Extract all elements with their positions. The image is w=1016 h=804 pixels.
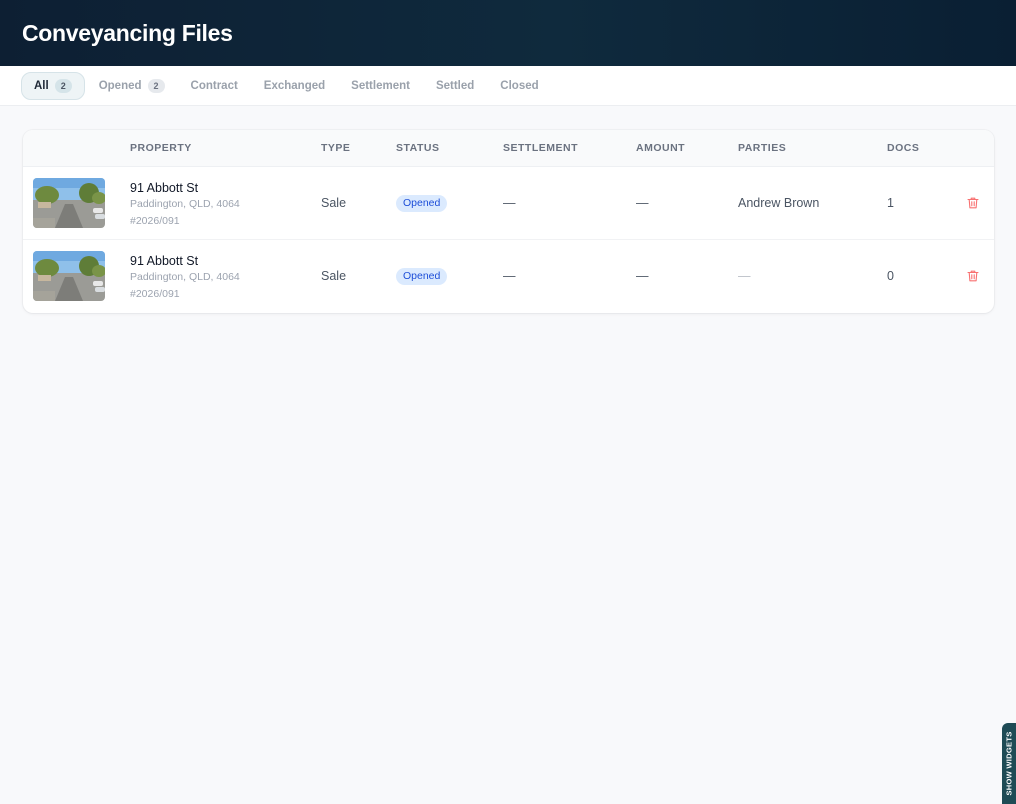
property-info[interactable]: 91 Abbott St Paddington, QLD, 4064 #2026…	[130, 180, 240, 230]
file-reference: #2026/091	[130, 215, 180, 227]
settlement-cell: —	[503, 269, 516, 283]
property-locality: Paddington, QLD, 4064	[130, 271, 240, 283]
column-header-settlement: Settlement	[503, 142, 578, 154]
tab-exchanged[interactable]: Exchanged	[252, 72, 337, 100]
type-cell: Sale	[321, 196, 347, 210]
status-cell: Opened	[396, 167, 448, 240]
tab-count-badge: 2	[54, 78, 72, 93]
status-cell: Opened	[396, 240, 448, 313]
tab-closed[interactable]: Closed	[488, 72, 550, 100]
files-table: Property Type Status Settlement Amount P…	[23, 130, 994, 313]
property-thumbnail	[33, 251, 105, 301]
property-locality: Paddington, QLD, 4064	[130, 198, 240, 210]
tab-settlement[interactable]: Settlement	[339, 72, 422, 100]
trash-icon[interactable]	[966, 269, 980, 283]
table-row[interactable]: 91 Abbott St Paddington, QLD, 4064 #2026…	[23, 240, 994, 313]
property-address: 91 Abbott St	[130, 254, 199, 268]
show-widgets-label: SHOW WIDGETS	[1004, 731, 1014, 796]
tab-label: Contract	[190, 79, 238, 92]
tab-contract[interactable]: Contract	[179, 72, 250, 100]
property-info[interactable]: 91 Abbott St Paddington, QLD, 4064 #2026…	[130, 253, 240, 303]
tab-label: Opened	[98, 79, 142, 92]
type-cell: Sale	[321, 269, 347, 283]
column-header-parties: Parties	[738, 142, 787, 154]
tab-count-badge: 2	[147, 78, 165, 93]
status-filter-tabs: All 2 Opened 2 Contract Exchanged Settle…	[0, 66, 1016, 106]
app-header: Conveyancing Files	[0, 0, 1016, 66]
tab-label: All	[34, 79, 49, 92]
column-header-amount: Amount	[636, 142, 686, 154]
amount-cell: —	[636, 269, 649, 283]
property-thumbnail	[33, 178, 105, 228]
status-badge: Opened	[396, 195, 448, 213]
tab-opened[interactable]: Opened 2	[87, 72, 177, 100]
page-title: Conveyancing Files	[22, 19, 233, 46]
tab-settled[interactable]: Settled	[424, 72, 486, 100]
street-photo-image	[33, 178, 105, 228]
tab-all[interactable]: All 2	[21, 71, 85, 100]
tab-label: Settled	[435, 79, 475, 92]
tab-label: Settlement	[351, 79, 410, 92]
trash-icon[interactable]	[966, 196, 980, 210]
settlement-cell: —	[503, 196, 516, 210]
status-badge: Opened	[396, 268, 448, 286]
docs-cell: 1	[887, 196, 894, 210]
column-header-property: Property	[130, 142, 192, 154]
tab-label: Exchanged	[263, 79, 326, 92]
column-header-status: Status	[396, 142, 440, 154]
property-address: 91 Abbott St	[130, 181, 199, 195]
table-header: Property Type Status Settlement Amount P…	[23, 130, 994, 167]
tab-label: Closed	[500, 79, 539, 92]
table-row[interactable]: 91 Abbott St Paddington, QLD, 4064 #2026…	[23, 167, 994, 240]
column-header-docs: Docs	[887, 142, 920, 154]
amount-cell: —	[636, 196, 649, 210]
column-header-type: Type	[321, 142, 351, 154]
show-widgets-toggle[interactable]: SHOW WIDGETS	[1002, 723, 1016, 804]
parties-cell: Andrew Brown	[738, 196, 820, 210]
file-reference: #2026/091	[130, 288, 180, 300]
docs-cell: 0	[887, 269, 894, 283]
parties-cell: —	[738, 269, 751, 283]
street-photo-image	[33, 251, 105, 301]
